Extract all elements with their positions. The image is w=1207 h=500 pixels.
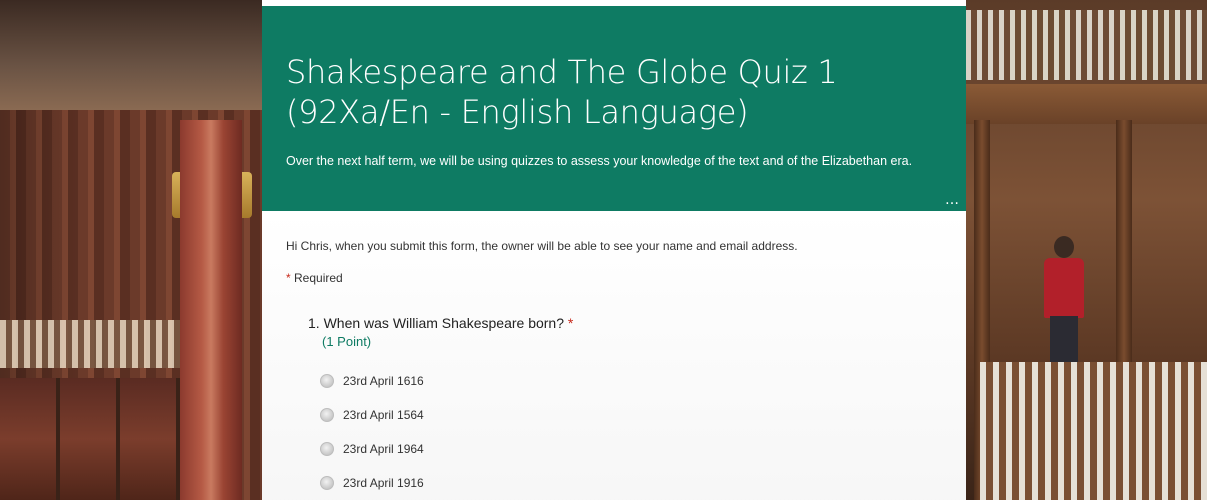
background-beam — [966, 84, 1207, 124]
radio-button[interactable] — [320, 374, 334, 388]
form-title: Shakespeare and The Globe Quiz 1 (92Xa/E… — [286, 53, 838, 131]
option-label: 23rd April 1964 — [343, 442, 424, 456]
background-rail-bottom — [980, 362, 1207, 500]
form-body: Hi Chris, when you submit this form, the… — [262, 211, 966, 500]
background-image-right — [966, 0, 1207, 500]
required-star: * — [286, 271, 291, 285]
answer-option[interactable]: 23rd April 1916 — [320, 466, 424, 500]
background-rail-top — [966, 10, 1207, 80]
background-balcony — [0, 320, 180, 368]
required-legend: * Required — [286, 271, 343, 285]
required-label: Required — [294, 271, 343, 285]
option-label: 23rd April 1616 — [343, 374, 424, 388]
identity-notice: Hi Chris, when you submit this form, the… — [286, 239, 798, 253]
background-image-left — [0, 0, 262, 500]
more-horizontal-icon[interactable]: … — [945, 192, 960, 208]
answer-option[interactable]: 23rd April 1616 — [320, 364, 424, 398]
radio-button[interactable] — [320, 408, 334, 422]
form-description: Over the next half term, we will be usin… — [286, 154, 913, 168]
background-pillar — [180, 120, 242, 500]
option-label: 23rd April 1916 — [343, 476, 424, 490]
background-photographer — [1038, 236, 1090, 376]
answer-options: 23rd April 1616 23rd April 1564 23rd Apr… — [320, 364, 424, 500]
background-carving — [0, 0, 262, 110]
question-1: 1. When was William Shakespeare born? * … — [308, 315, 573, 349]
form-header: Shakespeare and The Globe Quiz 1 (92Xa/E… — [262, 6, 966, 211]
answer-option[interactable]: 23rd April 1564 — [320, 398, 424, 432]
question-text: 1. When was William Shakespeare born? — [308, 315, 565, 331]
option-label: 23rd April 1564 — [343, 408, 424, 422]
question-title: 1. When was William Shakespeare born? * — [308, 315, 573, 331]
radio-button[interactable] — [320, 442, 334, 456]
radio-button[interactable] — [320, 476, 334, 490]
question-points: (1 Point) — [322, 334, 372, 349]
form-card: Shakespeare and The Globe Quiz 1 (92Xa/E… — [262, 6, 966, 500]
required-star: * — [567, 315, 574, 331]
answer-option[interactable]: 23rd April 1964 — [320, 432, 424, 466]
background-panels — [0, 378, 180, 500]
